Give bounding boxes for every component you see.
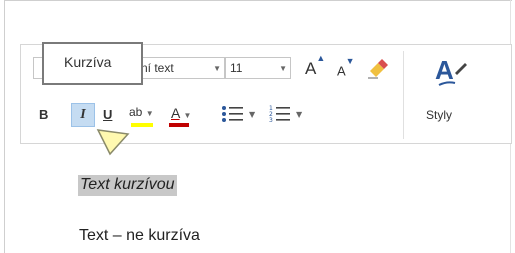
highlight-color-swatch — [131, 123, 153, 127]
eraser-icon — [368, 59, 388, 79]
font-color-swatch — [169, 123, 189, 127]
font-color-icon: A — [171, 105, 180, 121]
tooltip-text: Kurzíva — [64, 54, 112, 70]
grow-font-icon: A — [305, 59, 317, 78]
numbered-list-icon: 1 2 3 ▼ — [269, 105, 303, 124]
svg-text:▼: ▼ — [249, 110, 256, 119]
bold-button[interactable]: B — [39, 107, 48, 122]
styles-label: Styly — [426, 108, 453, 122]
svg-text:3: 3 — [269, 117, 273, 124]
italic-text-line[interactable]: Text kurzívou — [78, 175, 177, 196]
numbering-button[interactable]: 1 2 3 ▼ — [269, 104, 309, 129]
bullet-list-icon: ▼ — [222, 106, 256, 122]
svg-text:A: A — [435, 55, 454, 85]
grow-font-button[interactable]: A▲ — [305, 53, 325, 79]
italic-button[interactable]: I — [71, 103, 95, 127]
font-size-dropdown[interactable]: 11 ▼ — [225, 57, 291, 79]
window-border-top — [4, 0, 512, 1]
word-window: ní text ▼ 11 ▼ A▲ A▼ A Styly B I U ab ▼ … — [0, 0, 515, 253]
font-name-value: ní text — [141, 61, 174, 75]
caret-up-icon: ▲ — [316, 53, 326, 64]
chevron-down-icon: ▼ — [145, 109, 154, 118]
highlight-icon: ab — [129, 105, 143, 119]
font-color-button[interactable]: A ▼ — [171, 105, 191, 121]
font-size-value: 11 — [230, 61, 243, 75]
group-separator — [403, 51, 404, 139]
chevron-down-icon: ▼ — [183, 111, 192, 120]
styles-button[interactable]: A — [433, 53, 469, 98]
underline-button[interactable]: U — [103, 107, 112, 122]
highlight-button[interactable]: ab ▼ — [129, 105, 154, 119]
chevron-down-icon: ▼ — [213, 64, 221, 73]
bullets-button[interactable]: ▼ — [221, 104, 261, 129]
shrink-font-icon: A — [337, 63, 346, 79]
clear-formatting-button[interactable] — [366, 57, 388, 84]
tooltip: Kurzíva — [42, 42, 143, 85]
caret-down-icon: ▼ — [345, 56, 355, 66]
normal-text-line[interactable]: Text – ne kurzíva — [79, 227, 200, 245]
chevron-down-icon: ▼ — [279, 64, 287, 73]
mouse-pointer-icon — [96, 129, 130, 156]
window-border-left — [4, 0, 5, 253]
styles-icon: A — [435, 55, 467, 86]
shrink-font-button[interactable]: A▼ — [337, 56, 355, 79]
svg-text:▼: ▼ — [296, 110, 303, 119]
